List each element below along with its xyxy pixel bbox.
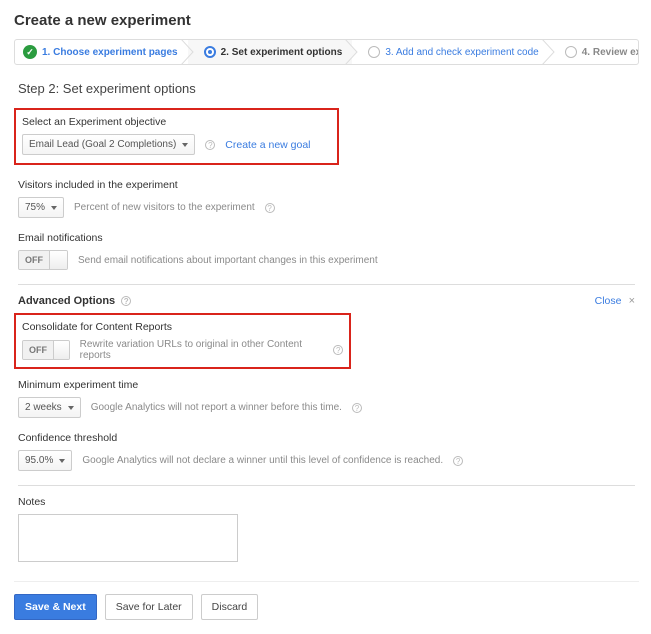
step-3[interactable]: 3. Add and check experiment code bbox=[352, 40, 548, 64]
visitors-value: 75% bbox=[25, 202, 45, 213]
page-title: Create a new experiment bbox=[14, 12, 639, 29]
email-notify-label: Email notifications bbox=[18, 232, 639, 244]
step-2-label: 2. Set experiment options bbox=[221, 47, 343, 58]
min-time-block: Minimum experiment time 2 weeks Google A… bbox=[18, 379, 639, 418]
discard-button[interactable]: Discard bbox=[201, 594, 259, 620]
advanced-close-link[interactable]: Close bbox=[595, 295, 622, 307]
step-4-circle bbox=[565, 46, 577, 58]
step-1[interactable]: ✓ 1. Choose experiment pages bbox=[15, 40, 188, 64]
caret-down-icon bbox=[68, 406, 74, 410]
divider bbox=[18, 485, 635, 486]
confidence-desc: Google Analytics will not declare a winn… bbox=[82, 455, 443, 466]
min-time-select[interactable]: 2 weeks bbox=[18, 397, 81, 418]
help-icon[interactable]: ? bbox=[333, 345, 343, 355]
caret-down-icon bbox=[51, 206, 57, 210]
save-next-button[interactable]: Save & Next bbox=[14, 594, 97, 620]
visitors-desc: Percent of new visitors to the experimen… bbox=[74, 202, 255, 213]
create-goal-link[interactable]: Create a new goal bbox=[225, 139, 310, 151]
advanced-title: Advanced Options bbox=[18, 295, 115, 307]
objective-block: Select an Experiment objective Email Lea… bbox=[14, 108, 339, 165]
caret-down-icon bbox=[182, 143, 188, 147]
notes-textarea[interactable] bbox=[18, 514, 238, 562]
confidence-label: Confidence threshold bbox=[18, 432, 639, 444]
consolidate-toggle[interactable]: OFF bbox=[22, 340, 70, 360]
help-icon[interactable]: ? bbox=[453, 456, 463, 466]
toggle-state: OFF bbox=[19, 251, 49, 269]
help-icon[interactable]: ? bbox=[352, 403, 362, 413]
min-time-desc: Google Analytics will not report a winne… bbox=[91, 402, 342, 413]
objective-label: Select an Experiment objective bbox=[22, 116, 331, 128]
visitors-block: Visitors included in the experiment 75% … bbox=[18, 179, 639, 218]
objective-value: Email Lead (Goal 2 Completions) bbox=[29, 139, 176, 150]
toggle-state: OFF bbox=[23, 341, 53, 359]
confidence-value: 95.0% bbox=[25, 455, 53, 466]
help-icon[interactable]: ? bbox=[265, 203, 275, 213]
save-later-button[interactable]: Save for Later bbox=[105, 594, 193, 620]
consolidate-desc: Rewrite variation URLs to original in ot… bbox=[80, 339, 324, 361]
consolidate-label: Consolidate for Content Reports bbox=[22, 321, 343, 333]
email-notify-block: Email notifications OFF Send email notif… bbox=[18, 232, 639, 270]
visitors-label: Visitors included in the experiment bbox=[18, 179, 639, 191]
advanced-header: Advanced Options ? Close × bbox=[18, 295, 635, 307]
email-notify-toggle[interactable]: OFF bbox=[18, 250, 68, 270]
toggle-knob bbox=[53, 341, 69, 359]
step-3-circle bbox=[368, 46, 380, 58]
email-notify-desc: Send email notifications about important… bbox=[78, 255, 378, 266]
wizard-stepper: ✓ 1. Choose experiment pages 2. Set expe… bbox=[14, 39, 639, 65]
footer-actions: Save & Next Save for Later Discard bbox=[14, 581, 639, 620]
help-icon[interactable]: ? bbox=[205, 140, 215, 150]
confidence-block: Confidence threshold 95.0% Google Analyt… bbox=[18, 432, 639, 471]
notes-block: Notes bbox=[18, 496, 639, 565]
check-icon: ✓ bbox=[23, 45, 37, 59]
step-1-label: 1. Choose experiment pages bbox=[42, 47, 178, 58]
step-3-label: 3. Add and check experiment code bbox=[385, 47, 538, 58]
step-4-label: 4. Review experiment bbox=[582, 47, 639, 58]
step-2-circle bbox=[204, 46, 216, 58]
caret-down-icon bbox=[59, 459, 65, 463]
step-2[interactable]: 2. Set experiment options bbox=[188, 40, 353, 64]
notes-label: Notes bbox=[18, 496, 639, 508]
divider bbox=[18, 284, 635, 285]
step-4[interactable]: 4. Review experiment bbox=[549, 40, 639, 64]
min-time-label: Minimum experiment time bbox=[18, 379, 639, 391]
toggle-knob bbox=[49, 251, 67, 269]
confidence-select[interactable]: 95.0% bbox=[18, 450, 72, 471]
min-time-value: 2 weeks bbox=[25, 402, 62, 413]
step-heading: Step 2: Set experiment options bbox=[18, 81, 639, 96]
close-icon[interactable]: × bbox=[629, 295, 635, 307]
visitors-select[interactable]: 75% bbox=[18, 197, 64, 218]
help-icon[interactable]: ? bbox=[121, 296, 131, 306]
objective-select[interactable]: Email Lead (Goal 2 Completions) bbox=[22, 134, 195, 155]
consolidate-block: Consolidate for Content Reports OFF Rewr… bbox=[14, 313, 351, 369]
